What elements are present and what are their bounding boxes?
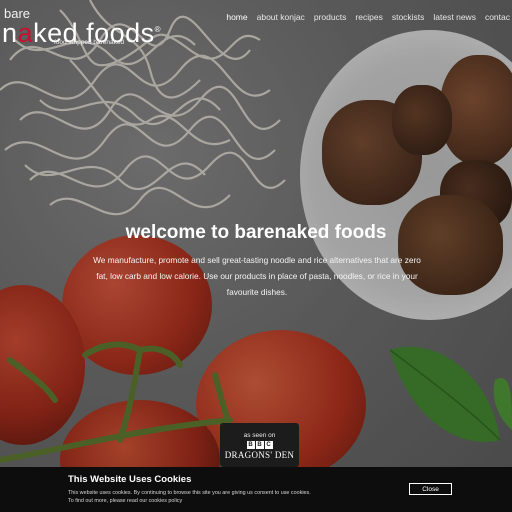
site-logo[interactable]: bare naked foods® food stripped barenake…: [2, 6, 161, 48]
badge-show-name: DRAGONS' DEN: [224, 450, 295, 460]
bbc-logo: B B C: [246, 441, 273, 449]
badge-seen-on-text: as seen on: [243, 432, 276, 439]
nav-home[interactable]: home: [226, 12, 247, 22]
bbc-letter: B: [246, 441, 255, 449]
nav-latest-news[interactable]: latest news: [433, 12, 476, 22]
nav-contact[interactable]: contac: [485, 12, 510, 22]
logo-red-a: a: [17, 18, 34, 48]
cookie-close-button[interactable]: Close: [409, 483, 452, 495]
cookie-message: This website uses cookies. By continuing…: [68, 489, 368, 505]
cookie-line-2[interactable]: To find out more, please read our cookie…: [68, 497, 368, 505]
bbc-letter: C: [264, 441, 273, 449]
cookie-line-1: This website uses cookies. By continuing…: [68, 490, 311, 496]
cookie-banner: This Website Uses Cookies This website u…: [0, 467, 512, 512]
bbc-letter: B: [255, 441, 264, 449]
logo-trademark: ®: [154, 25, 162, 34]
logo-tagline: food stripped barenaked: [54, 39, 125, 46]
nav-about-konjac[interactable]: about konjac: [257, 12, 305, 22]
nav-stockists[interactable]: stockists: [392, 12, 425, 22]
welcome-description: We manufacture, promote and sell great-t…: [93, 255, 421, 297]
nav-products[interactable]: products: [314, 12, 347, 22]
welcome-heading: welcome to barenaked foods: [125, 222, 387, 243]
main-nav: home about konjac products recipes stock…: [226, 12, 510, 22]
dragons-den-badge[interactable]: as seen on B B C DRAGONS' DEN: [220, 423, 299, 467]
cookie-title: This Website Uses Cookies: [68, 474, 192, 485]
nav-recipes[interactable]: recipes: [355, 12, 382, 22]
